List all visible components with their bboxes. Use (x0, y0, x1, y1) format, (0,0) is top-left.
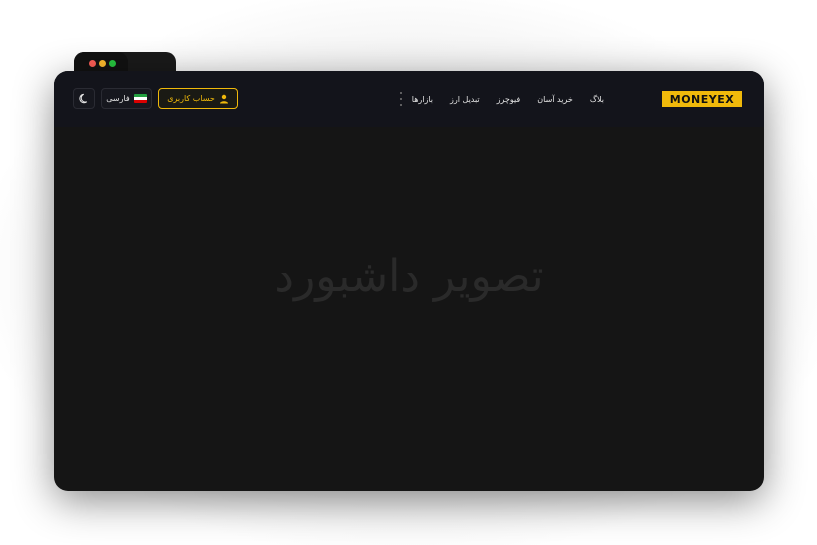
close-window-icon[interactable] (89, 60, 96, 67)
moon-icon (78, 89, 90, 108)
nav-link-4[interactable]: بلاگ (590, 95, 604, 104)
window-controls (89, 60, 116, 67)
minimize-window-icon[interactable] (99, 60, 106, 67)
stage: MONEYEX بازارها تبدیل ارز فیوچرز خرید آسان ب… (0, 0, 817, 545)
nav-link-2[interactable]: فیوچرز (497, 95, 521, 104)
browser-window: MONEYEX بازارها تبدیل ارز فیوچرز خرید آسان ب… (54, 71, 764, 491)
navbar: MONEYEX بازارها تبدیل ارز فیوچرز خرید آسان ب… (54, 71, 764, 127)
language-label: فارسی (106, 94, 130, 103)
theme-toggle-button[interactable] (73, 88, 95, 109)
iran-flag-icon (133, 94, 147, 103)
nav-links: بازارها تبدیل ارز فیوچرز خرید آسان بلاگ (412, 91, 604, 107)
nav-link-1[interactable]: تبدیل ارز (450, 95, 480, 104)
logo[interactable]: MONEYEX (662, 91, 742, 107)
account-button[interactable]: حساب کاربری (158, 88, 238, 109)
nav-link-0[interactable]: بازارها (412, 95, 433, 104)
account-button-label: حساب کاربری (167, 94, 215, 103)
maximize-window-icon[interactable] (109, 60, 116, 67)
language-button[interactable]: فارسی (101, 88, 152, 109)
nav-link-3[interactable]: خرید آسان (537, 95, 573, 104)
user-icon (219, 89, 229, 108)
logo-text: MONEYEX (669, 92, 735, 106)
kebab-menu-icon[interactable] (398, 92, 404, 106)
dashboard-placeholder-text: تصویر داشبورد (274, 251, 544, 302)
